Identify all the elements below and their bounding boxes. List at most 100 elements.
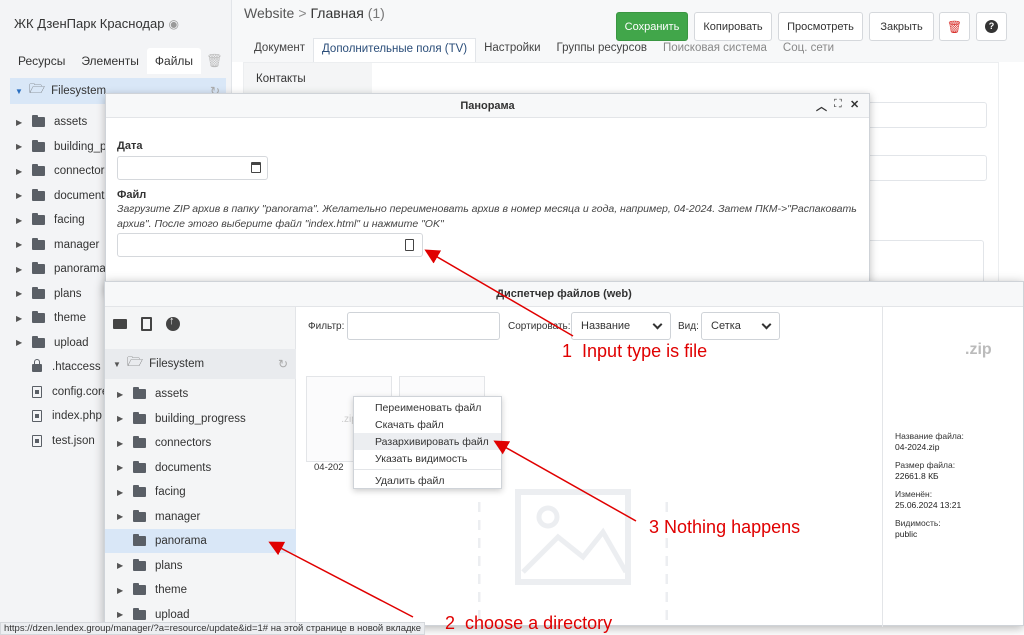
resource-header: Website > Главная (1) Сохранить Копировать… <box>232 0 1024 62</box>
collapse-icon[interactable]: ︿ <box>816 98 827 114</box>
maximize-icon[interactable]: ⛶ <box>834 98 842 111</box>
tree-folder[interactable]: ▶ theme <box>117 578 246 603</box>
tab-elements[interactable]: Элементы <box>73 48 147 74</box>
tree-folder[interactable]: ▶ manager <box>117 505 246 530</box>
caret-right-icon[interactable]: ▶ <box>117 463 127 472</box>
annotation-3: 3 Nothing happens <box>649 517 801 537</box>
caret-right-icon[interactable]: ▶ <box>16 289 26 298</box>
date-label: Дата <box>117 140 143 152</box>
tree-folder[interactable]: ▶ documents <box>117 456 246 481</box>
tab-resource-groups[interactable]: Группы ресурсов <box>549 38 655 62</box>
caret-right-icon[interactable]: ▶ <box>16 142 26 151</box>
refresh-icon[interactable]: ↻ <box>278 357 288 371</box>
caret-right-icon[interactable]: ▶ <box>16 240 26 249</box>
tree-folder[interactable]: ▶ plans <box>117 554 246 579</box>
caret-right-icon[interactable]: ▶ <box>16 191 26 200</box>
tree-folder[interactable]: ▶ assets <box>16 110 110 135</box>
tree-file[interactable]: index.php <box>16 404 110 429</box>
menu-delete-file[interactable]: Удалить файл <box>354 472 501 489</box>
sort-select[interactable]: Название <box>571 312 671 340</box>
file-modified-value: 25.06.2024 13:21 <box>895 500 962 510</box>
tree-file[interactable]: config.core <box>16 380 110 405</box>
left-tabs: Ресурсы Элементы Файлы <box>10 48 202 74</box>
tree-folder[interactable]: ▶ panorama <box>16 257 110 282</box>
tree-folder-selected[interactable]: panorama <box>117 529 246 554</box>
breadcrumb: Website > Главная (1) <box>244 5 385 21</box>
tree-folder[interactable]: ▶ assets <box>117 382 246 407</box>
folder-icon <box>32 164 45 177</box>
caret-right-icon[interactable]: ▶ <box>117 561 127 570</box>
caret-right-icon[interactable]: ▶ <box>117 390 127 399</box>
caret-down-icon[interactable]: ▼ <box>113 360 123 369</box>
caret-right-icon[interactable]: ▶ <box>117 414 127 423</box>
filter-input[interactable] <box>347 312 500 340</box>
menu-unzip-file[interactable]: Разархивировать файл <box>354 433 501 450</box>
folder-icon <box>133 387 146 400</box>
file-manager-tree: ▶ assets ▶ building_progress ▶ connectors ▶… <box>117 382 246 627</box>
caret-right-icon[interactable]: ▶ <box>117 610 127 619</box>
save-button[interactable]: Сохранить <box>616 12 688 41</box>
delete-button[interactable]: 🗑 <box>939 12 970 41</box>
caret-right-icon[interactable]: ▶ <box>117 439 127 448</box>
tab-document[interactable]: Документ <box>246 38 313 62</box>
calendar-icon[interactable] <box>251 162 261 173</box>
close-button[interactable]: Закрыть <box>869 12 934 41</box>
tv-field[interactable] <box>866 155 987 181</box>
tab-tv[interactable]: Дополнительные поля (TV) <box>313 38 477 62</box>
eye-icon[interactable]: ◉ <box>168 17 178 31</box>
tree-folder[interactable]: ▶ facing <box>117 480 246 505</box>
caret-right-icon[interactable]: ▶ <box>117 586 127 595</box>
caret-down-icon[interactable]: ▼ <box>15 87 25 96</box>
tab-seo[interactable]: Поисковая система <box>655 38 775 62</box>
close-icon[interactable]: ✕ <box>850 98 859 111</box>
tree-folder[interactable]: ▶ plans <box>16 282 110 307</box>
tab-social[interactable]: Соц. сети <box>775 38 842 62</box>
tab-resources[interactable]: Ресурсы <box>10 48 73 74</box>
folder-open-icon: 🗁 <box>127 354 144 369</box>
view-button[interactable]: Просмотреть <box>778 12 863 41</box>
tree-folder[interactable]: ▶ facing <box>16 208 110 233</box>
caret-right-icon[interactable]: ▶ <box>16 118 26 127</box>
date-field[interactable] <box>117 156 268 180</box>
tree-folder[interactable]: ▶ building_pr <box>16 135 110 160</box>
subnav-contacts[interactable]: Контакты <box>256 73 306 85</box>
tv-field[interactable] <box>866 102 987 128</box>
menu-set-visibility[interactable]: Указать видимость <box>354 450 501 467</box>
caret-right-icon[interactable]: ▶ <box>16 216 26 225</box>
tree-folder[interactable]: ▶ building_progress <box>117 407 246 432</box>
new-file-icon[interactable] <box>141 317 152 331</box>
tree-folder[interactable]: ▶ upload <box>16 331 110 356</box>
file-manager-root[interactable]: ▼ 🗁 Filesystem ↻ <box>105 349 296 379</box>
copy-button[interactable]: Копировать <box>694 12 772 41</box>
caret-right-icon[interactable]: ▶ <box>16 167 26 176</box>
tab-settings[interactable]: Настройки <box>476 38 548 62</box>
tab-files[interactable]: Файлы <box>146 48 202 74</box>
file-icon[interactable] <box>405 239 414 251</box>
tree-folder[interactable]: ▶ manager <box>16 233 110 258</box>
tree-file[interactable]: test.json <box>16 429 110 454</box>
chevron-down-icon <box>761 319 772 330</box>
tree-folder[interactable]: ▶ theme <box>16 306 110 331</box>
help-button[interactable]: ? <box>976 12 1007 41</box>
file-field[interactable] <box>117 233 423 257</box>
caret-right-icon[interactable]: ▶ <box>117 488 127 497</box>
caret-right-icon[interactable]: ▶ <box>16 265 26 274</box>
tree-folder[interactable]: ▶ documents <box>16 184 110 209</box>
caret-right-icon[interactable]: ▶ <box>117 512 127 521</box>
code-file-icon <box>32 434 42 447</box>
tree-folder[interactable]: ▶ connectors <box>117 431 246 456</box>
caret-right-icon[interactable]: ▶ <box>16 338 26 347</box>
menu-rename-file[interactable]: Переименовать файл <box>354 399 501 416</box>
menu-download-file[interactable]: Скачать файл <box>354 416 501 433</box>
trash-icon[interactable]: 🗑 <box>206 53 223 69</box>
file-hint: Загрузите ZIP архив в папку "panorama". … <box>117 203 857 230</box>
view-select[interactable]: Сетка <box>701 312 780 340</box>
new-folder-icon[interactable] <box>113 319 127 329</box>
tree-file[interactable]: .htaccess <box>16 355 110 380</box>
filter-label: Фильтр: <box>308 321 345 332</box>
site-title[interactable]: ЖК ДзенПарк Краснодар ◉ <box>14 16 179 31</box>
upload-icon[interactable] <box>166 315 180 331</box>
crumb-site[interactable]: Website <box>244 5 294 21</box>
caret-right-icon[interactable]: ▶ <box>16 314 26 323</box>
tree-folder[interactable]: ▶ connectors <box>16 159 110 184</box>
